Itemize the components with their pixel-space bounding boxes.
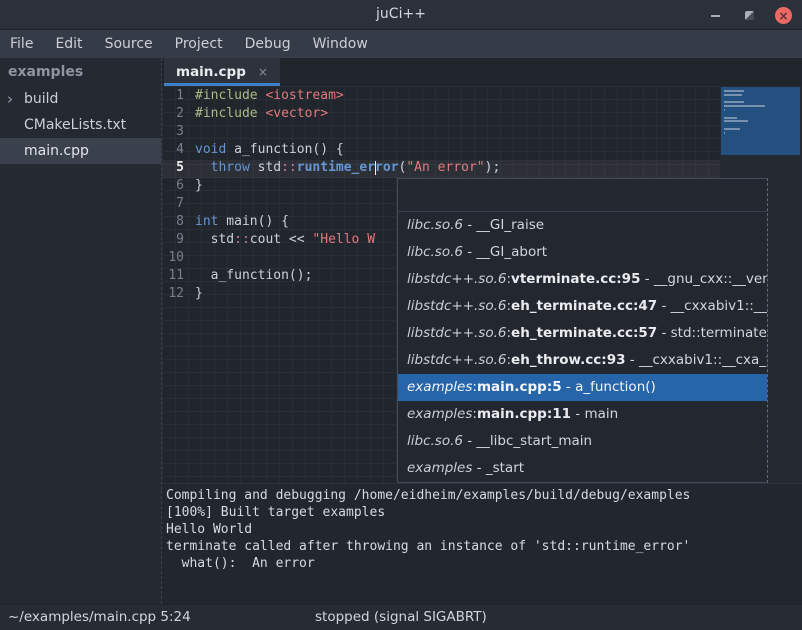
menu-item-window[interactable]: Window: [313, 36, 368, 52]
juci-window: juCi++ × File Edit Source Project Debug Windo…: [0, 0, 802, 630]
backtrace-row[interactable]: examples:main.cpp:11 - main: [398, 401, 767, 428]
terminal-output[interactable]: Compiling and debugging /home/eidheim/ex…: [162, 483, 802, 604]
backtrace-list: libc.so.6 - __GI_raiselibc.so.6 - __GI_a…: [398, 212, 767, 482]
line-number: 3: [162, 124, 190, 142]
line-number: 1: [162, 88, 190, 106]
line-number: 10: [162, 250, 190, 268]
menu-item-source[interactable]: Source: [105, 36, 153, 52]
backtrace-row[interactable]: libstdc++.so.6:eh_terminate.cc:47 - __cx…: [398, 293, 767, 320]
window-titlebar: juCi++ ×: [0, 0, 802, 30]
menu-item-project[interactable]: Project: [175, 36, 223, 52]
code-line[interactable]: throw std::runtime_error("An error");: [195, 160, 720, 178]
tab-maincpp[interactable]: main.cpp ×: [164, 58, 280, 86]
line-number: 9: [162, 232, 190, 250]
restore-icon: [745, 11, 754, 20]
backtrace-row[interactable]: examples:main.cpp:5 - a_function(): [398, 374, 767, 401]
code-line[interactable]: #include <vector>: [195, 106, 720, 124]
menubar: File Edit Source Project Debug Window: [0, 30, 802, 58]
line-number: 11: [162, 268, 190, 286]
code-line[interactable]: [195, 124, 720, 142]
menu-item-debug[interactable]: Debug: [245, 36, 291, 52]
minimap-viewport: [721, 87, 800, 155]
tab-label: main.cpp: [176, 64, 246, 80]
terminal-line: terminate called after throwing an insta…: [166, 538, 802, 555]
sidebar-item-build[interactable]: › build: [0, 86, 161, 112]
sidebar-item-cmakelists-txt[interactable]: CMakeLists.txt: [0, 112, 161, 138]
tab-close-icon[interactable]: ×: [258, 65, 268, 79]
backtrace-row[interactable]: examples - _start: [398, 455, 767, 482]
project-name-header: examples: [0, 58, 161, 86]
status-file-position: ~/examples/main.cpp 5:24: [8, 609, 191, 625]
line-number: 8: [162, 214, 190, 232]
backtrace-row[interactable]: libc.so.6 - __GI_abort: [398, 239, 767, 266]
popup-header: [398, 179, 767, 212]
restore-button[interactable]: [741, 7, 758, 24]
menu-item-edit[interactable]: Edit: [55, 36, 82, 52]
sidebar-item-main-cpp[interactable]: main.cpp: [0, 138, 161, 164]
backtrace-row[interactable]: libstdc++.so.6:eh_terminate.cc:57 - std:…: [398, 320, 767, 347]
line-number: 7: [162, 196, 190, 214]
tab-bar: main.cpp ×: [162, 58, 802, 86]
file-tree: › build CMakeLists.txt main.cpp: [0, 86, 161, 164]
sidebar-item-label: main.cpp: [24, 143, 89, 159]
minimize-button[interactable]: [707, 7, 724, 24]
backtrace-row[interactable]: libstdc++.so.6:eh_throw.cc:93 - __cxxabi…: [398, 347, 767, 374]
line-number: 5: [162, 160, 190, 178]
close-icon: ×: [778, 10, 788, 22]
backtrace-row[interactable]: libc.so.6 - __libc_start_main: [398, 428, 767, 455]
close-button[interactable]: ×: [775, 7, 792, 24]
code-line[interactable]: void a_function() {: [195, 142, 720, 160]
terminal-line: what(): An error: [166, 555, 802, 572]
line-number: 12: [162, 286, 190, 304]
terminal-line: Compiling and debugging /home/eidheim/ex…: [166, 487, 802, 504]
terminal-line: [100%] Built target examples: [166, 504, 802, 521]
file-tree-sidebar: examples › build CMakeLists.txt main.cpp: [0, 58, 161, 604]
status-bar: ~/examples/main.cpp 5:24 stopped (signal…: [0, 604, 802, 630]
status-debug-state: stopped (signal SIGABRT): [315, 609, 487, 625]
line-number: 6: [162, 178, 190, 196]
line-number: 2: [162, 106, 190, 124]
window-title: juCi++: [0, 6, 802, 22]
sidebar-item-label: CMakeLists.txt: [24, 117, 126, 133]
terminal-line: Hello World: [166, 521, 802, 538]
folder-chevron-icon[interactable]: ›: [7, 86, 13, 112]
backtrace-row[interactable]: libc.so.6 - __GI_raise: [398, 212, 767, 239]
backtrace-row[interactable]: libstdc++.so.6:vterminate.cc:95 - __gnu_…: [398, 266, 767, 293]
line-number: 4: [162, 142, 190, 160]
line-number-gutter: 123456789101112: [162, 88, 190, 304]
minimize-icon: [711, 15, 720, 17]
code-line[interactable]: #include <iostream>: [195, 88, 720, 106]
backtrace-popup: libc.so.6 - __GI_raiselibc.so.6 - __GI_a…: [397, 178, 768, 483]
sidebar-item-label: build: [24, 91, 58, 107]
menu-item-file[interactable]: File: [10, 36, 33, 52]
